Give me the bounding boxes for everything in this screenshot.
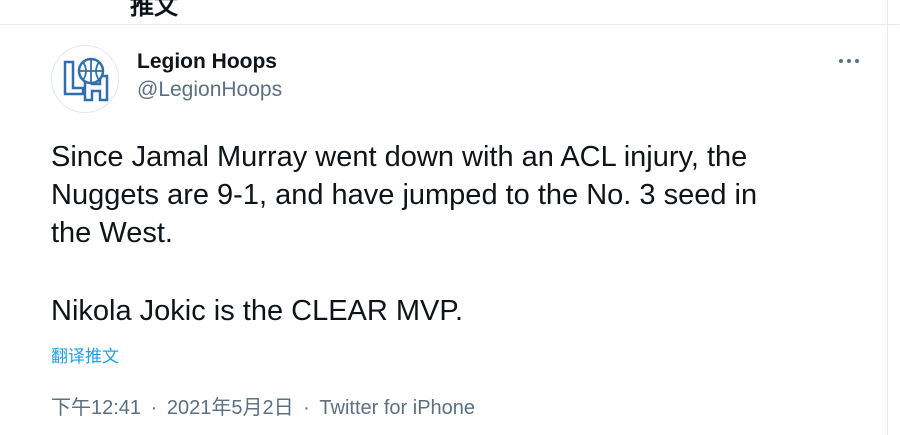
translate-tweet-link[interactable]: 翻译推文 [51, 342, 119, 367]
meta-separator: · [150, 397, 158, 419]
avatar[interactable] [51, 45, 119, 113]
tweet-date[interactable]: 2021年5月2日 [167, 397, 294, 419]
tweet-text: Since Jamal Murray went down with an ACL… [51, 138, 871, 330]
tweet-text-line: Nuggets are 9-1, and have jumped to the … [51, 179, 758, 211]
column-divider [887, 0, 888, 435]
tweet-text-line: Since Jamal Murray went down with an ACL… [51, 141, 748, 173]
meta-separator: · [303, 397, 310, 419]
tweet-meta: 下午12:41 · 2021年5月2日 · Twitter for iPhone [51, 391, 475, 420]
tweet-source-link[interactable]: Twitter for iPhone [319, 397, 475, 419]
tweet-card: Legion Hoops @LegionHoops Since Jamal Mu… [0, 25, 887, 435]
page-title: 推文 [130, 0, 178, 20]
tweet-text-line: the West. [51, 217, 173, 249]
tweet-text-line: Nikola Jokic is the CLEAR MVP. [51, 295, 464, 327]
more-dots-icon [839, 59, 843, 63]
legion-hoops-logo-icon [63, 57, 109, 102]
page-header: 推文 [0, 0, 900, 25]
author-handle[interactable]: @LegionHoops [137, 78, 282, 102]
tweet-time[interactable]: 下午12:41 [51, 397, 141, 419]
author-display-name[interactable]: Legion Hoops [137, 50, 277, 74]
tweet-page: 推文 Legion Hoops @LegionHoops Since Jamal… [0, 0, 900, 435]
more-options-button[interactable] [832, 49, 868, 73]
